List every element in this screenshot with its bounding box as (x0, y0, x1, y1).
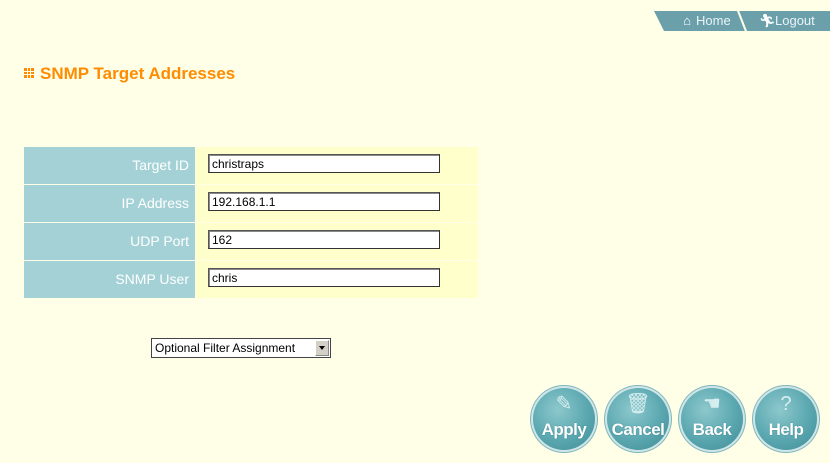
snmp-target-form: Target ID IP Address UDP Port SNMP User (24, 147, 478, 299)
chevron-down-icon[interactable] (315, 340, 329, 356)
ip-address-label: IP Address (24, 185, 195, 222)
running-person-icon: 🏃︎ (759, 13, 776, 28)
page-title: SNMP Target Addresses (24, 64, 235, 84)
page-background: ⌂ Home 🏃︎Logout SNMP Target Addresses Tar… (0, 0, 830, 463)
page-title-text: SNMP Target Addresses (40, 64, 236, 83)
cancel-button[interactable]: 🗑︎ Cancel (607, 388, 669, 450)
form-row-ip-address: IP Address (24, 185, 478, 222)
ip-address-cell (196, 185, 478, 222)
target-id-cell (196, 147, 478, 184)
grid-icon (24, 68, 34, 78)
target-id-input[interactable] (208, 154, 440, 173)
snmp-user-input[interactable] (208, 268, 440, 287)
pointing-hand-icon: ☚ (703, 393, 721, 415)
cancel-button-label: Cancel (611, 420, 665, 439)
form-row-target-id: Target ID (24, 147, 478, 184)
question-mark-icon: ? (780, 393, 792, 415)
top-nav: ⌂ Home 🏃︎Logout (654, 11, 830, 33)
logout-link[interactable]: 🏃︎Logout (759, 11, 815, 31)
back-button[interactable]: ☚ Back (681, 388, 743, 450)
filter-assignment-value: Optional Filter Assignment (155, 341, 296, 355)
pencil-icon: ✎ (555, 393, 573, 415)
help-button[interactable]: ? Help (755, 388, 817, 450)
home-label: Home (696, 13, 731, 28)
udp-port-cell (196, 223, 478, 260)
home-link[interactable]: ⌂ Home (680, 11, 731, 31)
udp-port-input[interactable] (208, 230, 440, 249)
filter-assignment-select[interactable]: Optional Filter Assignment (151, 338, 331, 358)
house-icon: ⌂ (683, 13, 691, 28)
form-row-udp-port: UDP Port (24, 223, 478, 260)
snmp-user-cell (196, 261, 478, 298)
help-button-label: Help (768, 420, 804, 439)
udp-port-label: UDP Port (24, 223, 195, 260)
apply-button-label: Apply (541, 420, 587, 439)
target-id-label: Target ID (24, 147, 195, 184)
form-row-snmp-user: SNMP User (24, 261, 478, 298)
snmp-user-label: SNMP User (24, 261, 195, 298)
logout-label: Logout (775, 13, 815, 28)
apply-button[interactable]: ✎ Apply (533, 388, 595, 450)
trash-icon: 🗑︎ (625, 393, 651, 415)
back-button-label: Back (692, 420, 732, 439)
ip-address-input[interactable] (208, 192, 440, 211)
